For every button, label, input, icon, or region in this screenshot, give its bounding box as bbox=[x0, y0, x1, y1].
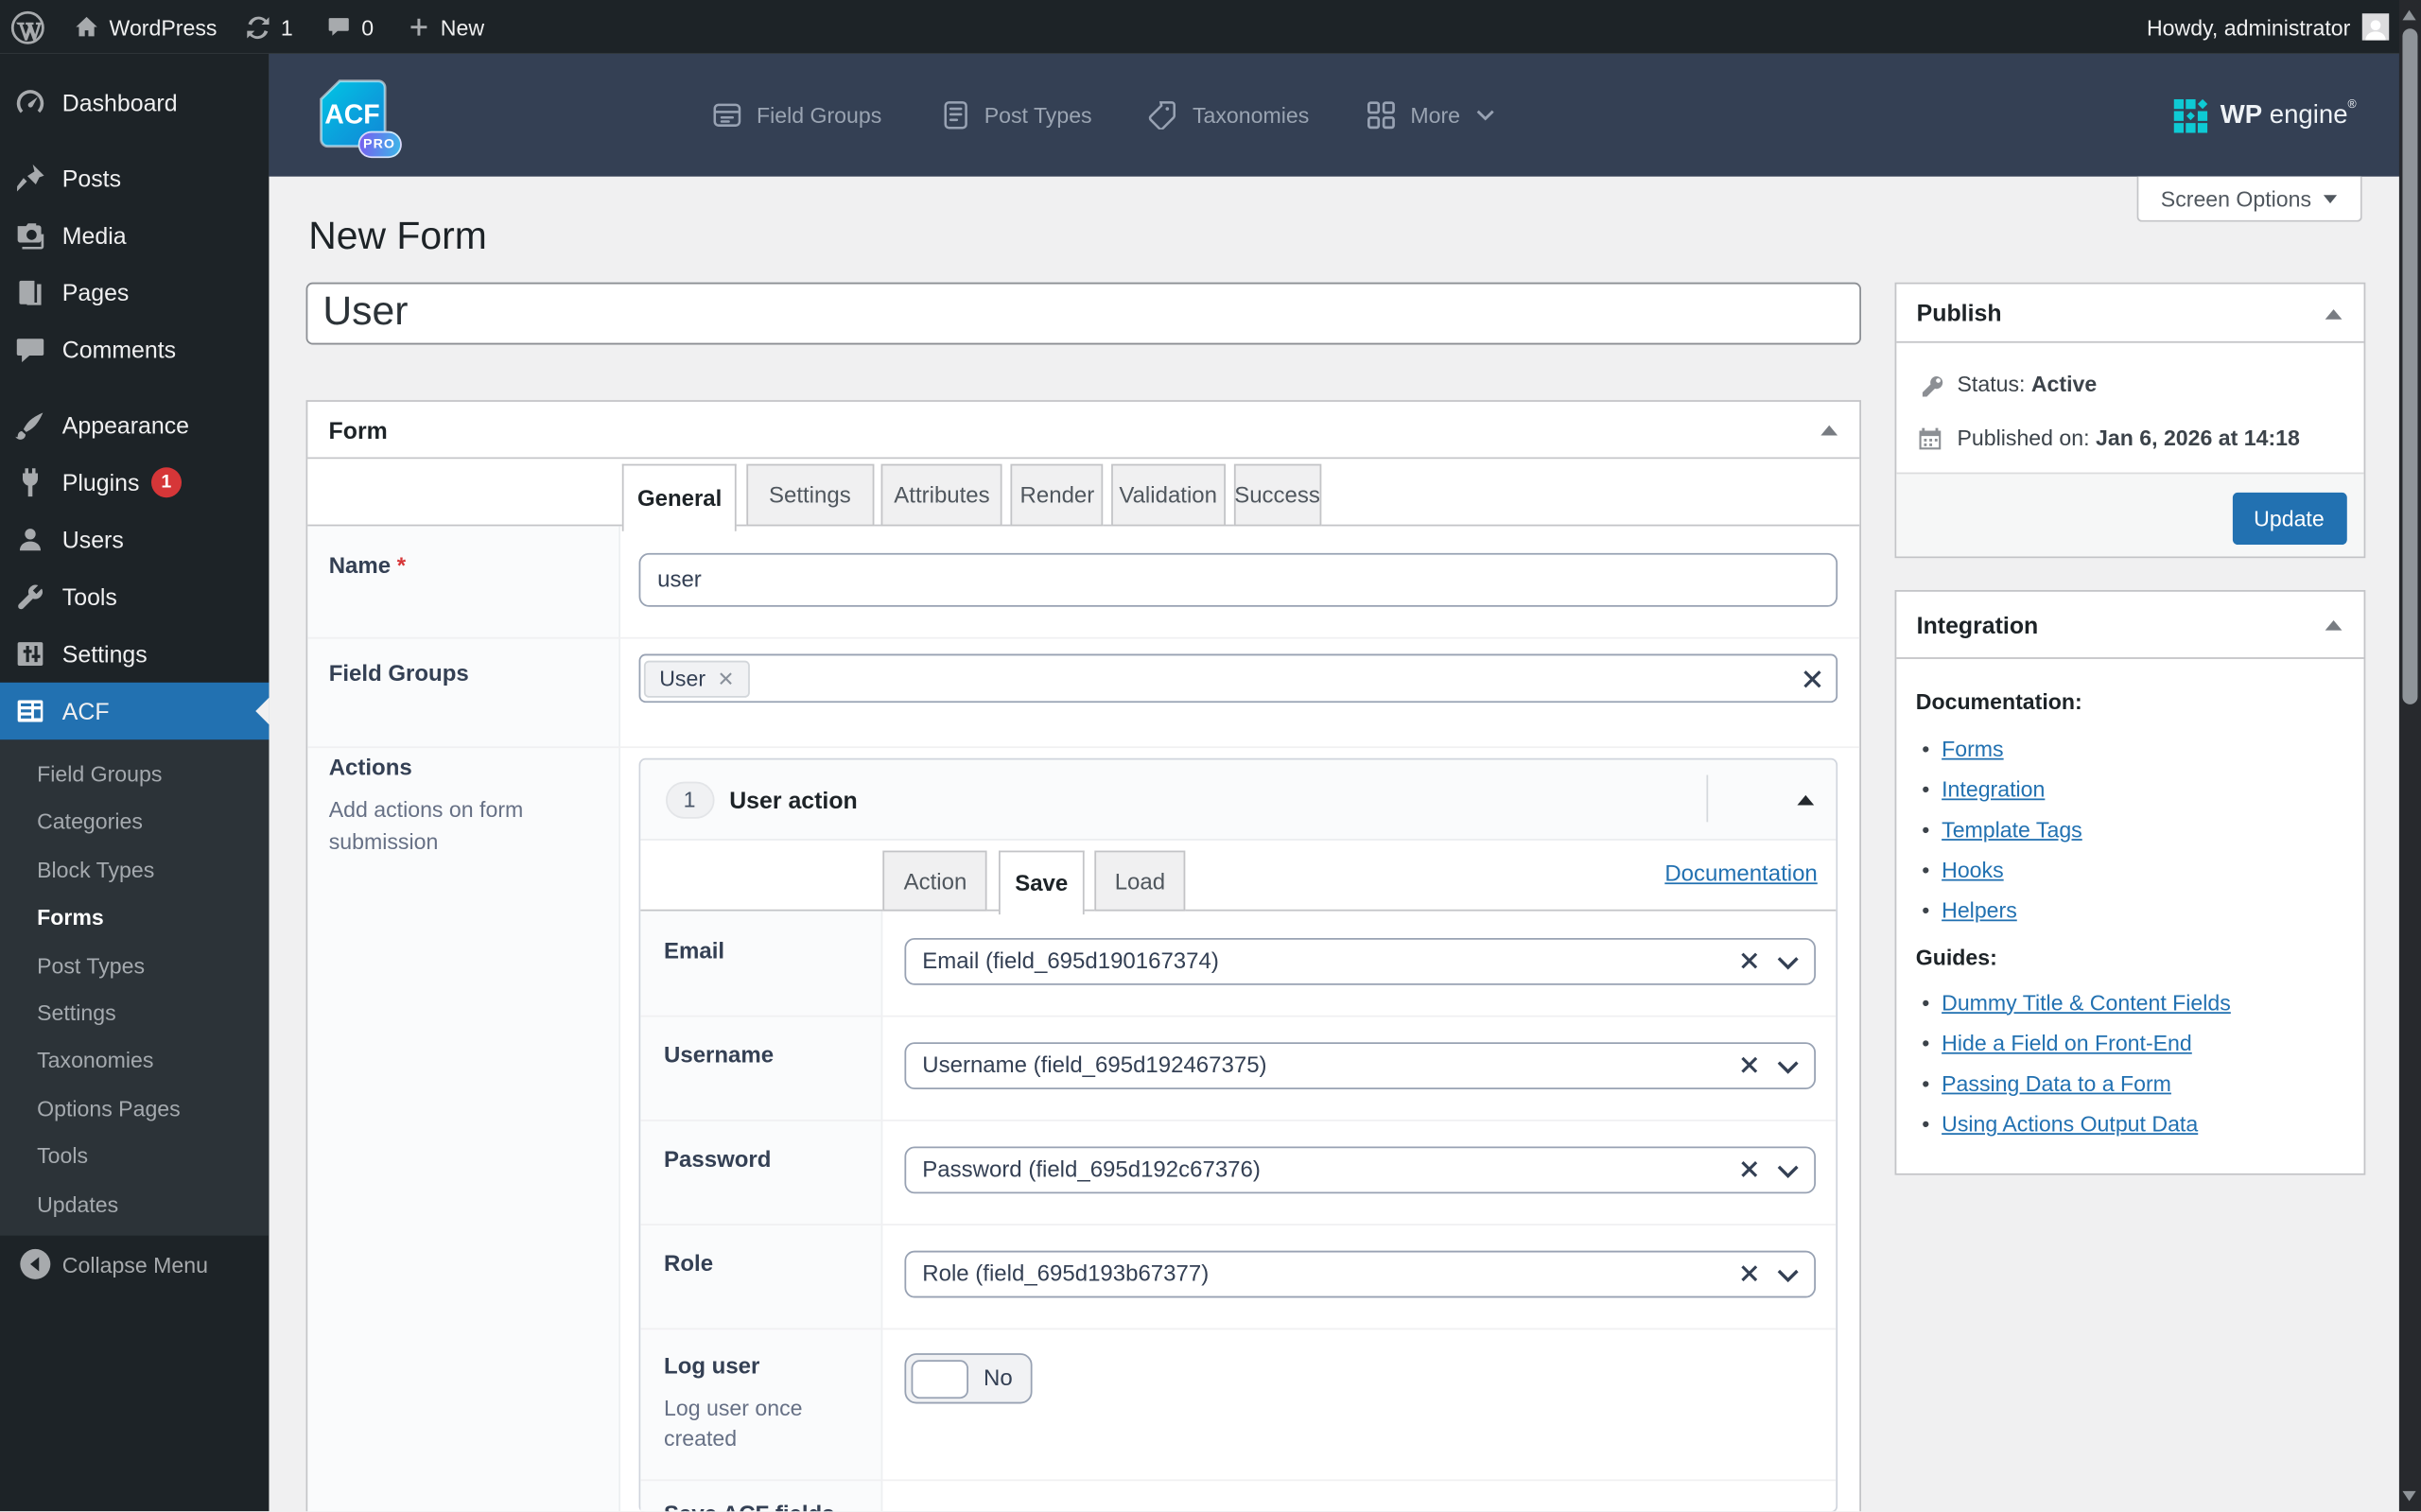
svg-text:ACF: ACF bbox=[324, 100, 379, 130]
